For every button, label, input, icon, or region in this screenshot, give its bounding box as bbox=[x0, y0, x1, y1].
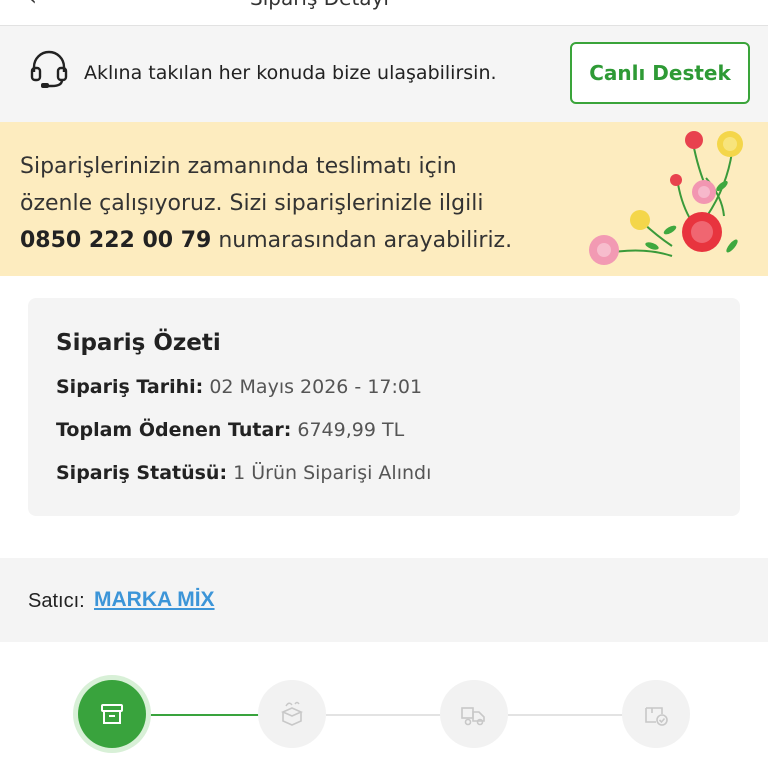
order-status-value: 1 Ürün Siparişi Alındı bbox=[227, 462, 432, 484]
delivered-check-icon bbox=[645, 707, 668, 726]
page-title: Sipariş Detayı bbox=[250, 0, 389, 10]
order-date-row: Sipariş Tarihi: 02 Mayıs 2026 - 17:01 bbox=[56, 376, 422, 398]
order-date-value: 02 Mayıs 2026 - 17:01 bbox=[203, 376, 423, 398]
step-delivered bbox=[622, 680, 690, 748]
order-summary-card: Sipariş Özeti Sipariş Tarihi: 02 Mayıs 2… bbox=[28, 298, 740, 516]
flowers-illustration bbox=[589, 131, 743, 265]
box-icon bbox=[101, 704, 123, 724]
back-arrow-icon[interactable]: ‹ bbox=[28, 0, 37, 11]
order-progress-tracker bbox=[0, 660, 768, 768]
order-status-label: Sipariş Statüsü: bbox=[56, 462, 228, 484]
order-total-row: Toplam Ödenen Tutar: 6749,99 TL bbox=[56, 419, 404, 441]
step-preparing bbox=[258, 680, 326, 748]
seller-label: Satıcı: bbox=[28, 590, 85, 612]
notice-line-3: 0850 222 00 79 numarasından arayabiliriz… bbox=[20, 222, 580, 259]
top-navigation-bar: ‹ Sipariş Detayı bbox=[0, 0, 768, 26]
support-banner: Aklına takılan her konuda bize ulaşabili… bbox=[0, 26, 768, 122]
progress-line-2 bbox=[326, 714, 444, 716]
notice-line-2: özenle çalışıyoruz. Sizi siparişlerinizl… bbox=[20, 191, 484, 216]
live-support-button[interactable]: Canlı Destek bbox=[570, 42, 750, 104]
progress-line-3 bbox=[508, 714, 626, 716]
delivery-notice-banner: Siparişlerinizin zamanında teslimatı içi… bbox=[0, 122, 768, 276]
seller-section: Satıcı: MARKA MİX bbox=[0, 558, 768, 642]
order-summary-heading: Sipariş Özeti bbox=[56, 330, 221, 356]
notice-line-1: Siparişlerinizin zamanında teslimatı içi… bbox=[20, 154, 457, 179]
progress-line-1 bbox=[146, 714, 266, 716]
phone-number: 0850 222 00 79 bbox=[20, 228, 212, 253]
support-text: Aklına takılan her konuda bize ulaşabili… bbox=[84, 62, 497, 84]
order-total-label: Toplam Ödenen Tutar: bbox=[56, 419, 292, 441]
headset-icon bbox=[30, 50, 68, 88]
step-order-received bbox=[78, 680, 146, 748]
order-date-label: Sipariş Tarihi: bbox=[56, 376, 204, 398]
order-status-row: Sipariş Statüsü: 1 Ürün Siparişi Alındı bbox=[56, 462, 431, 484]
delivery-truck-icon bbox=[461, 707, 485, 726]
seller-link[interactable]: MARKA MİX bbox=[94, 588, 215, 612]
notice-line-3-text: numarasından arayabiliriz. bbox=[211, 228, 513, 253]
notice-message: Siparişlerinizin zamanında teslimatı içi… bbox=[20, 148, 580, 259]
step-shipped bbox=[440, 680, 508, 748]
open-box-icon bbox=[281, 701, 303, 726]
order-total-value: 6749,99 TL bbox=[291, 419, 405, 441]
